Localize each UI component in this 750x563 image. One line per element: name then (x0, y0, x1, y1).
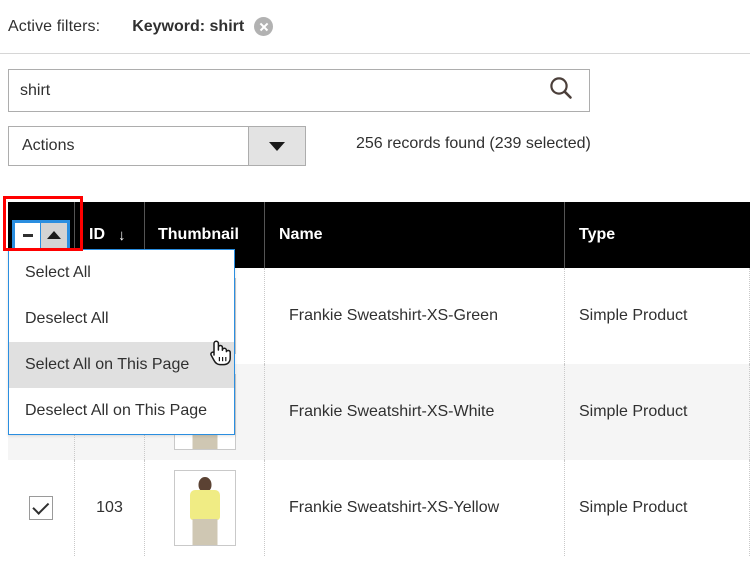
menu-item-label: Deselect All on This Page (25, 402, 208, 419)
row-name-cell: Frankie Sweatshirt-XS-Green (265, 268, 565, 364)
model-legs (192, 519, 217, 545)
actions-dropdown-label: Actions (22, 137, 75, 154)
menu-item-deselect-all-on-this-page[interactable]: Deselect All on This Page (9, 388, 234, 434)
row-id-cell: 103 (75, 460, 145, 556)
actions-dropdown[interactable]: Actions (8, 126, 306, 166)
chevron-up-icon[interactable] (41, 222, 67, 248)
menu-item-label: Select All on This Page (25, 356, 190, 373)
model-shirt (189, 490, 220, 520)
search-box (8, 69, 590, 112)
caret-down-glyph (269, 141, 285, 151)
grid-header-name-label: Name (279, 226, 323, 243)
row-name-cell: Frankie Sweatshirt-XS-White (265, 364, 565, 460)
model-illustration (175, 471, 235, 545)
row-type-cell: Simple Product (565, 268, 750, 364)
grid-header-name[interactable]: Name (265, 202, 565, 268)
menu-item-select-all-on-this-page[interactable]: Select All on This Page (9, 342, 234, 388)
grid-header-id-label: ID (89, 226, 105, 243)
menu-item-deselect-all[interactable]: Deselect All (9, 296, 234, 342)
active-filters-label: Active filters: (8, 17, 101, 35)
row-select-cell[interactable] (8, 460, 75, 556)
grid-header-type[interactable]: Type (565, 202, 750, 268)
menu-item-label: Select All (25, 264, 91, 281)
menu-item-select-all[interactable]: Select All (9, 250, 234, 296)
row-name-cell: Frankie Sweatshirt-XS-Yellow (265, 460, 565, 556)
grid-header-thumbnail-label: Thumbnail (158, 226, 239, 243)
active-filters-bar: Active filters: Keyword: shirt (0, 0, 750, 54)
row-type-cell: Simple Product (565, 460, 750, 556)
row-type-cell: Simple Product (565, 364, 750, 460)
close-circle-icon[interactable] (254, 17, 274, 36)
row-thumbnail-cell[interactable] (145, 460, 265, 556)
indeterminate-checkbox-icon[interactable] (15, 222, 40, 248)
check-icon (31, 497, 49, 515)
dash-glyph (22, 233, 33, 237)
table-row[interactable]: 103 Frankie Sweatshirt-XS-Yellow Simple … (8, 460, 750, 556)
search-submit-button[interactable] (533, 70, 589, 111)
active-filter-chip-label: Keyword: shirt (132, 17, 245, 35)
chevron-down-icon[interactable] (248, 127, 305, 165)
search-icon (546, 74, 576, 107)
row-checkbox[interactable] (29, 496, 53, 520)
menu-item-label: Deselect All (25, 310, 109, 327)
sort-descending-icon: ↓ (118, 226, 126, 244)
grid-header-type-label: Type (579, 226, 616, 243)
search-input[interactable] (9, 80, 533, 101)
massaction-toggle[interactable] (12, 219, 70, 251)
product-thumbnail (173, 470, 236, 546)
active-filter-chip: Keyword: shirt (132, 17, 274, 36)
records-found-text: 256 records found (239 selected) (356, 135, 591, 152)
caret-up-glyph (47, 231, 61, 239)
massaction-menu: Select All Deselect All Select All on Th… (8, 249, 235, 435)
